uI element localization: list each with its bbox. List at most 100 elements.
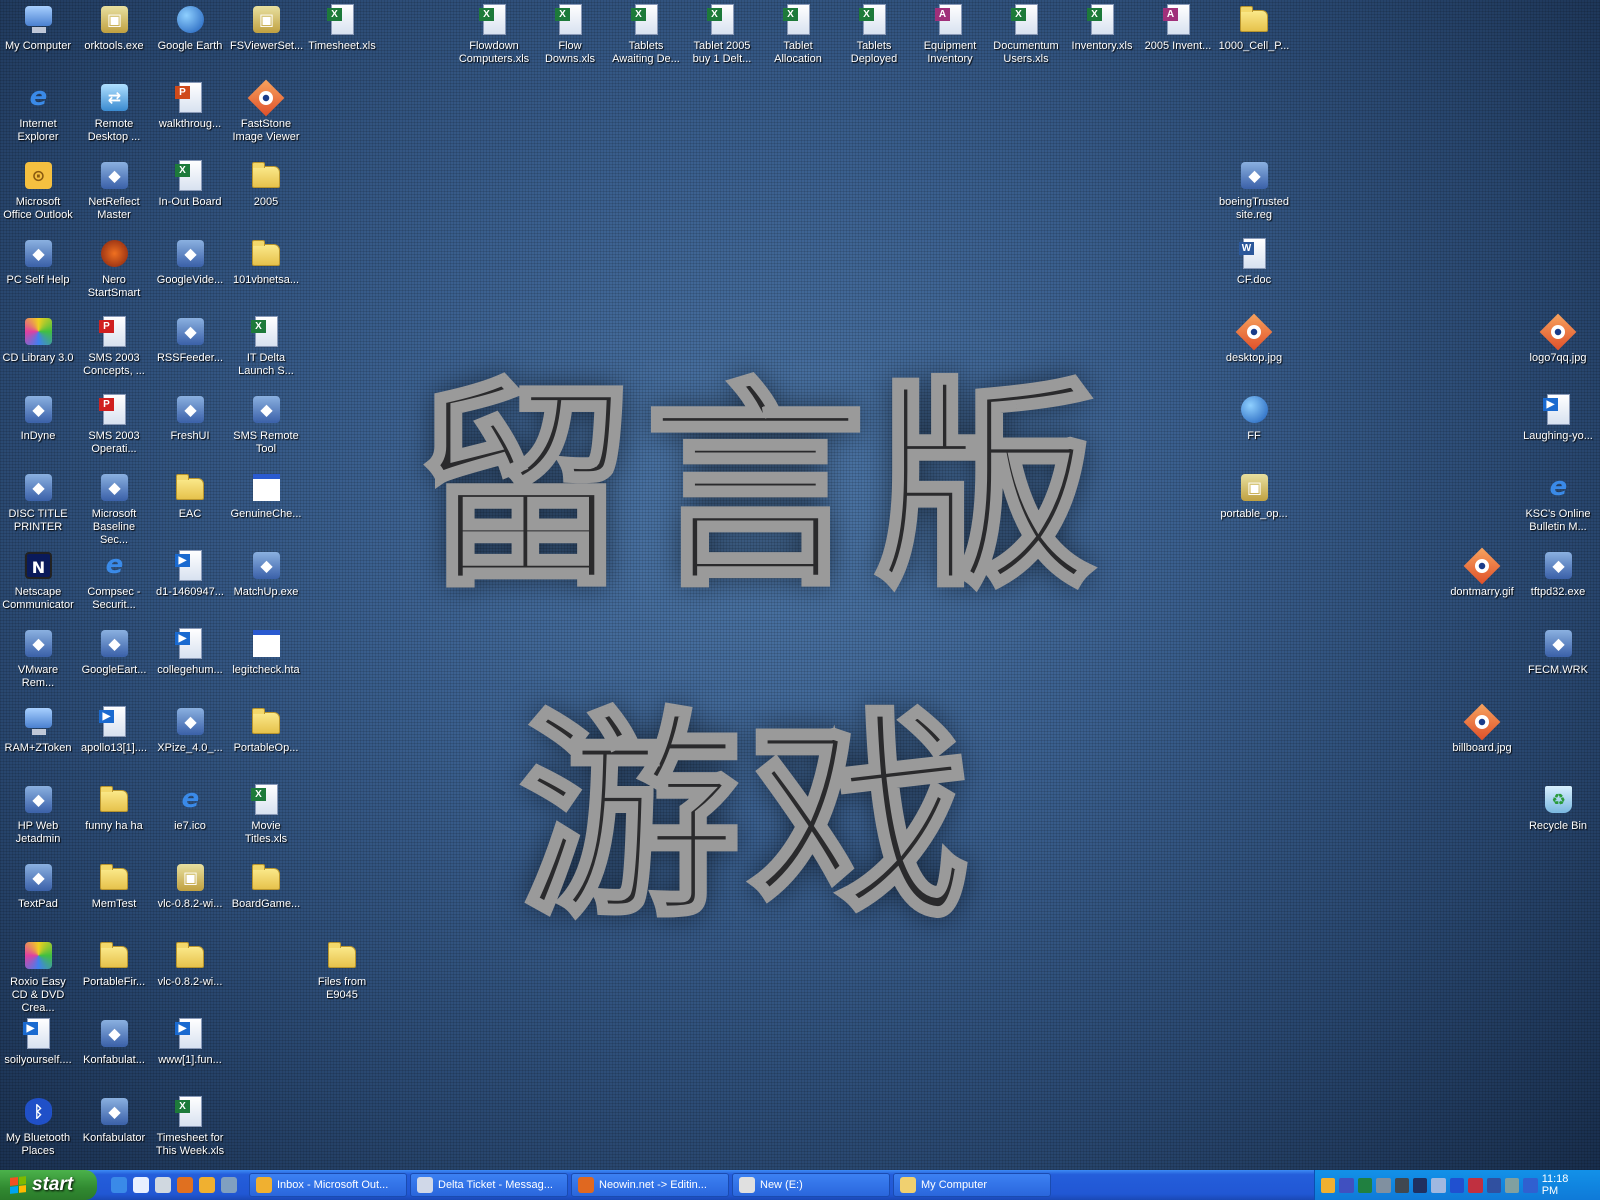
desktop-icon[interactable]: PortableOp... (228, 706, 304, 755)
desktop-icon[interactable]: Roxio Easy CD & DVD Crea... (0, 940, 76, 1015)
desktop-icon[interactable]: ▶ apollo13[1].... (76, 706, 152, 755)
taskbar-button[interactable]: New (E:) (732, 1173, 890, 1197)
desktop-icon[interactable]: ◆ GoogleEart... (76, 628, 152, 677)
desktop-icon[interactable]: X In-Out Board (152, 160, 228, 209)
outlook-express-quick-launch-icon[interactable] (133, 1177, 149, 1193)
tray-icon[interactable] (1339, 1177, 1354, 1193)
network-quick-launch-icon[interactable] (221, 1177, 237, 1193)
desktop-icon[interactable]: ◆ FreshUI (152, 394, 228, 443)
desktop-icon[interactable]: P SMS 2003 Operati... (76, 394, 152, 456)
desktop-icon[interactable]: e Compsec - Securit... (76, 550, 152, 612)
desktop-icon[interactable]: desktop.jpg (1216, 313, 1292, 365)
desktop-icon[interactable]: CD Library 3.0 (0, 316, 76, 365)
desktop-icon[interactable]: ◆ FECM.WRK (1520, 628, 1596, 677)
desktop-icon[interactable]: ▶ d1-1460947... (152, 550, 228, 599)
desktop-icon[interactable]: X Inventory.xls (1064, 4, 1140, 53)
desktop-icon[interactable]: ◆ boeingTrusted site.reg (1216, 160, 1292, 222)
desktop-icon[interactable]: funny ha ha (76, 784, 152, 833)
desktop-icon[interactable]: 101vbnetsa... (228, 238, 304, 287)
desktop-icon[interactable]: N Netscape Communicator (0, 550, 76, 612)
desktop-icon[interactable]: ◆ VMware Rem... (0, 628, 76, 690)
desktop-icon[interactable]: X Tablet 2005 buy 1 Delt... (684, 4, 760, 66)
tray-icon[interactable] (1376, 1177, 1391, 1193)
desktop-icon[interactable]: Google Earth (152, 4, 228, 53)
tray-icon[interactable] (1412, 1177, 1428, 1193)
taskbar-button[interactable]: Neowin.net -> Editin... (571, 1173, 729, 1197)
desktop-icon[interactable]: Files from E9045 (304, 940, 380, 1002)
desktop-icon[interactable]: dontmarry.gif (1444, 547, 1520, 599)
desktop-icon[interactable]: ▣ orktools.exe (76, 4, 152, 53)
desktop-icon[interactable]: P SMS 2003 Concepts, ... (76, 316, 152, 378)
desktop-icon[interactable]: ◆ Konfabulat... (76, 1018, 152, 1067)
desktop-icon[interactable]: Pwalkthroug... (152, 82, 228, 131)
desktop-icon[interactable]: e ie7.ico (152, 784, 228, 833)
taskbar-button[interactable]: Inbox - Microsoft Out... (249, 1173, 407, 1197)
ie-quick-launch-icon[interactable] (111, 1177, 127, 1193)
tray-icon[interactable] (1449, 1177, 1465, 1193)
desktop-icon[interactable]: ◆ TextPad (0, 862, 76, 911)
desktop-icon[interactable]: 2005 (228, 160, 304, 209)
tray-icon[interactable] (1504, 1177, 1520, 1193)
desktop-icon[interactable]: W CF.doc (1216, 238, 1292, 287)
tray-icon[interactable] (1486, 1177, 1501, 1193)
desktop-icon[interactable]: e Internet Explorer (0, 82, 76, 144)
desktop-icon[interactable]: EAC (152, 472, 228, 521)
desktop-icon[interactable]: X Tablets Awaiting De... (608, 4, 684, 66)
desktop-icon[interactable]: BoardGame... (228, 862, 304, 911)
desktop-icon[interactable]: ⊙ Microsoft Office Outlook (0, 160, 76, 222)
desktop-icon[interactable]: ▶ www[1].fun... (152, 1018, 228, 1067)
desktop-icon[interactable]: ◆ GoogleVide... (152, 238, 228, 287)
desktop-icon[interactable]: RAM+ZToken (0, 706, 76, 755)
desktop-icon[interactable]: ᛒ My Bluetooth Places (0, 1096, 76, 1158)
media-quick-launch-icon[interactable] (155, 1177, 171, 1193)
desktop-icon[interactable]: ▶ Laughing-yo... (1520, 394, 1596, 443)
desktop-icon[interactable]: MemTest (76, 862, 152, 911)
desktop-icon[interactable]: ◆ RSSFeeder... (152, 316, 228, 365)
desktop-icon[interactable]: logo7qq.jpg (1520, 313, 1596, 365)
taskbar-button[interactable]: My Computer (893, 1173, 1051, 1197)
desktop-icon[interactable]: billboard.jpg (1444, 703, 1520, 755)
desktop-icon[interactable]: X Flow Downs.xls (532, 4, 608, 66)
desktop-icon[interactable]: ▶ collegehum... (152, 628, 228, 677)
desktop-icon[interactable]: ◆ Microsoft Baseline Sec... (76, 472, 152, 547)
desktop-icon[interactable]: ◆ NetReflect Master (76, 160, 152, 222)
taskbar-button[interactable]: Delta Ticket - Messag... (410, 1173, 568, 1197)
desktop-icon[interactable]: Nero StartSmart (76, 238, 152, 300)
desktop-icon[interactable]: X Documentum Users.xls (988, 4, 1064, 66)
desktop-icon[interactable]: vlc-0.8.2-wi... (152, 940, 228, 989)
desktop-icon[interactable]: ♻ Recycle Bin (1520, 784, 1596, 833)
desktop-icon[interactable]: ⇄ Remote Desktop ... (76, 82, 152, 144)
desktop-icon[interactable]: GenuineChe... (228, 472, 304, 521)
desktop-icon[interactable]: ◆ Konfabulator (76, 1096, 152, 1145)
tray-icon[interactable] (1394, 1177, 1409, 1193)
desktop-icon[interactable]: X Movie Titles.xls (228, 784, 304, 846)
desktop-icon[interactable]: ▣ FSViewerSet... (228, 4, 304, 53)
desktop-icon[interactable]: My Computer (0, 4, 76, 53)
desktop-icon[interactable]: X Timesheet for This Week.xls (152, 1096, 228, 1158)
desktop-icon[interactable]: X Tablets Deployed (836, 4, 912, 66)
desktop-icon[interactable]: ◆ DISC TITLE PRINTER (0, 472, 76, 534)
firefox-quick-launch-icon[interactable] (177, 1177, 193, 1193)
desktop-icon[interactable]: FF (1216, 394, 1292, 443)
desktop-icon[interactable]: e KSC's Online Bulletin M... (1520, 472, 1596, 534)
tray-icon[interactable] (1468, 1177, 1483, 1193)
desktop-icon[interactable]: A 2005 Invent... (1140, 4, 1216, 53)
desktop-icon[interactable]: X IT Delta Launch S... (228, 316, 304, 378)
desktop-icon[interactable]: ◆ MatchUp.exe (228, 550, 304, 599)
desktop-icon[interactable]: FastStone Image Viewer (228, 79, 304, 144)
desktop-icon[interactable]: ◆ tftpd32.exe (1520, 550, 1596, 599)
desktop-icon[interactable]: X Flowdown Computers.xls (456, 4, 532, 66)
desktop-icon[interactable]: ▣ vlc-0.8.2-wi... (152, 862, 228, 911)
desktop-icon[interactable]: ◆ PC Self Help (0, 238, 76, 287)
desktop-icon[interactable]: ◆ InDyne (0, 394, 76, 443)
desktop-icon[interactable]: ▶ soilyourself.... (0, 1018, 76, 1067)
desktop-icon[interactable]: ◆ HP Web Jetadmin (0, 784, 76, 846)
tray-icon[interactable] (1431, 1177, 1446, 1193)
desktop-icon[interactable]: ▣ portable_op... (1216, 472, 1292, 521)
desktop-icon[interactable]: ◆ SMS Remote Tool (228, 394, 304, 456)
outlook-quick-launch-icon[interactable] (199, 1177, 215, 1193)
desktop-icon[interactable]: X Timesheet.xls (304, 4, 380, 53)
desktop-icon[interactable]: PortableFir... (76, 940, 152, 989)
clock[interactable]: 11:18 PM (1542, 1173, 1586, 1197)
desktop-icon[interactable]: A Equipment Inventory (912, 4, 988, 66)
